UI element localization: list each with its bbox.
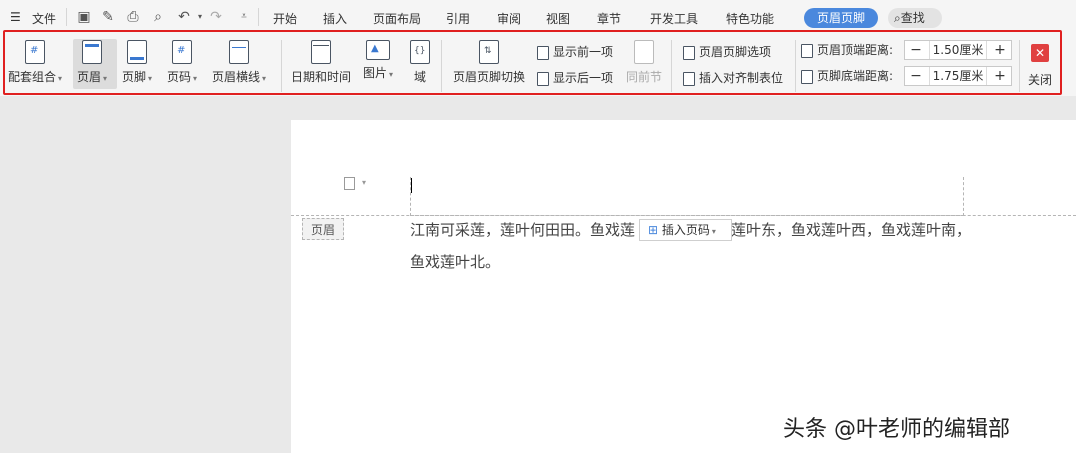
text-caret <box>411 178 412 193</box>
format-painter-icon[interactable]: ✎ <box>100 9 116 25</box>
watermark: 头条 @叶老师的编辑部 <box>783 417 1010 442</box>
body-text-part2: 莲叶东，鱼戏莲叶西，鱼戏莲叶南， <box>731 221 972 239</box>
tab-section[interactable]: 章节 <box>597 10 621 27</box>
undo-icon[interactable]: ↶ <box>176 9 192 25</box>
tab-developer[interactable]: 开发工具 <box>650 10 698 27</box>
document-page[interactable] <box>291 120 1076 453</box>
hamburger-icon[interactable]: ☰ <box>10 10 21 24</box>
body-text-part1: 江南可采莲，莲叶何田田。鱼戏莲 <box>410 221 636 239</box>
tab-home[interactable]: 开始 <box>273 10 297 27</box>
header-tag: 页眉 <box>302 218 344 240</box>
print-icon[interactable]: ⎙ <box>125 9 141 25</box>
undo-dropdown-icon[interactable]: ▾ <box>192 9 208 25</box>
header-edit-area[interactable] <box>410 177 964 216</box>
tab-references[interactable]: 引用 <box>446 10 470 27</box>
highlight-frame <box>3 30 1062 95</box>
redo-icon[interactable]: ↷ <box>208 9 224 25</box>
menu-bar: ☰ 文件 ▣ ✎ ⎙ ⌕ ↶ ▾ ↷ ⩡ 开始 插入 页面布局 引用 审阅 视图… <box>0 0 1076 34</box>
search-icon: ⌕ <box>894 11 901 25</box>
document-icon[interactable] <box>344 177 355 190</box>
tab-page-layout[interactable]: 页面布局 <box>373 10 421 27</box>
tab-header-footer[interactable]: 页眉页脚 <box>804 8 878 28</box>
body-line-2[interactable]: 鱼戏莲叶北。 <box>410 246 970 278</box>
save-icon[interactable]: ▣ <box>76 9 92 25</box>
search-box[interactable]: ⌕查找 <box>888 8 942 28</box>
tab-insert[interactable]: 插入 <box>323 10 347 27</box>
document-dropdown-icon[interactable]: ▾ <box>362 178 366 187</box>
insert-page-number-button[interactable]: ⊞ 插入页码 ▾ <box>639 219 732 241</box>
tab-special-features[interactable]: 特色功能 <box>726 10 774 27</box>
divider <box>66 8 67 26</box>
insert-page-number-label: 插入页码 <box>661 223 710 237</box>
customize-toolbar-icon[interactable]: ⩡ <box>236 9 252 25</box>
print-preview-icon[interactable]: ⌕ <box>150 9 166 25</box>
page-number-icon: ⊞ <box>648 223 659 237</box>
tab-view[interactable]: 视图 <box>546 10 570 27</box>
file-menu[interactable]: 文件 <box>32 10 56 27</box>
tab-review[interactable]: 审阅 <box>497 10 521 27</box>
divider <box>258 8 259 26</box>
search-label: 查找 <box>900 11 925 25</box>
